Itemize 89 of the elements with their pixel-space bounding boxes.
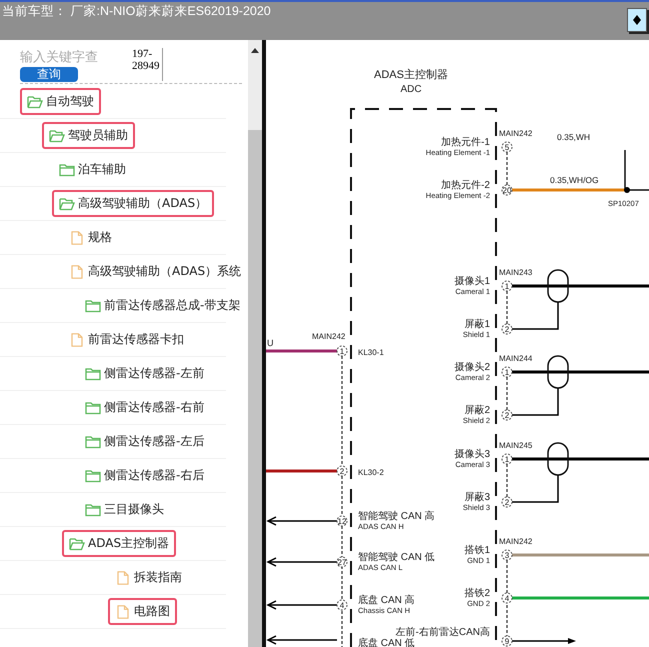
tree-item[interactable]: 拆装指南 — [108, 564, 189, 591]
tree-item[interactable]: 侧雷达传感器-左后 — [78, 428, 212, 455]
pin-marker: 9 — [502, 636, 512, 646]
pin-label: 摄像头2 — [454, 362, 490, 373]
tree-item[interactable]: 前雷达传感器总成-带支架 — [78, 292, 248, 319]
document-icon — [115, 570, 131, 584]
connector-label: MAIN242 — [312, 332, 346, 341]
wire-label: 0.35,WH/OG — [550, 175, 599, 185]
connector-label: MAIN244 — [499, 354, 532, 363]
pin-marker: 1 — [502, 454, 512, 464]
query-button[interactable]: 查询 — [20, 67, 78, 82]
pin-label: 屏蔽2 — [464, 405, 490, 416]
car-model-title: 当前车型： 厂家:N-NIO蔚来蔚来ES62019-2020 — [2, 3, 271, 19]
pin-marker: 1 — [502, 366, 512, 378]
pin-marker: 1 — [502, 280, 512, 292]
tree-item[interactable]: 前雷达传感器卡扣 — [62, 326, 191, 353]
diagram-title: ADAS主控制器 — [374, 69, 448, 81]
tree-item-label: 高级驾驶辅助（ADAS） — [78, 195, 208, 212]
pin-marker: 27 — [336, 556, 348, 568]
tree-item-label: 拆装指南 — [134, 569, 182, 586]
tree-item-label: 自动驾驶 — [46, 93, 94, 110]
panel-toggle-button[interactable] — [627, 8, 647, 32]
tree-item-label: 高级驾驶辅助（ADAS）系统 — [88, 263, 242, 280]
connector-label: MAIN245 — [499, 441, 532, 450]
code-text: 197- 28949 — [132, 48, 162, 81]
tree-item[interactable]: 侧雷达传感器-右后 — [78, 462, 212, 489]
connector-label: MAIN242 — [499, 129, 532, 138]
tree-item[interactable]: ADAS主控制器 — [62, 530, 176, 557]
pin-marker: 2 — [502, 410, 512, 420]
tree-item[interactable]: 自动驾驶 — [20, 88, 101, 115]
pin-label: 屏蔽1 — [464, 319, 490, 330]
pin-label: 屏蔽3 — [464, 492, 490, 503]
pin-marker: 2 — [502, 324, 512, 334]
pin-label: 搭铁2 — [464, 588, 490, 599]
pin-label: KL30-2 — [358, 468, 384, 477]
pin-marker: 20 — [502, 184, 512, 196]
tree-item-label: 侧雷达传感器-右后 — [104, 467, 204, 484]
tree-item-label: 侧雷达传感器-右前 — [104, 399, 204, 416]
splice-wire — [624, 149, 649, 191]
diamond-icon — [633, 15, 641, 25]
tree-item-label: ADAS主控制器 — [88, 535, 170, 552]
tree-item-label: 电路图 — [134, 603, 170, 620]
pin-label: 摄像头3 — [454, 449, 490, 460]
scroll-up-arrow-icon[interactable] — [251, 48, 259, 53]
splice-dot — [624, 187, 630, 193]
pin-label: 搭铁1 — [464, 545, 490, 556]
tree-item[interactable]: 驾驶员辅助 — [42, 122, 135, 149]
document-icon — [69, 264, 85, 278]
pin-label: 加热元件-2 — [441, 180, 490, 191]
pin-marker: 3 — [502, 550, 512, 560]
pin-label: 底盘 CAN 低 — [358, 638, 415, 647]
tree-item-label: 前雷达传感器卡扣 — [88, 331, 184, 348]
tree-item[interactable]: 高级驾驶辅助（ADAS） — [52, 190, 214, 217]
tree-item-label: 侧雷达传感器-左后 — [104, 433, 204, 450]
tree-item-label: 泊车辅助 — [78, 161, 126, 178]
pin-marker: 2 — [502, 496, 512, 508]
pin-label: 智能驾驶 CAN 高 — [358, 511, 435, 522]
wire-label: 0.35,WH — [557, 132, 590, 142]
tree-item-label: 前雷达传感器总成-带支架 — [104, 297, 240, 314]
document-icon — [115, 604, 131, 618]
document-icon — [69, 230, 85, 244]
pin-label: 加热元件-1 — [441, 137, 490, 148]
tree-item[interactable]: 侧雷达传感器-左前 — [78, 360, 212, 387]
pin-label: 底盘 CAN 高 — [358, 595, 415, 606]
tree-item[interactable]: 高级驾驶辅助（ADAS）系统 — [62, 258, 248, 285]
tree-item-label: 驾驶员辅助 — [68, 127, 128, 144]
tree-item[interactable]: 规格 — [62, 224, 119, 251]
tree-item-label: 三目摄像头 — [104, 501, 164, 518]
pin-label: 摄像头1 — [454, 276, 490, 287]
tree-item[interactable]: 电路图 — [108, 598, 177, 625]
pin-label: 左前-右前雷达CAN高 — [396, 627, 490, 638]
tree-item[interactable]: 侧雷达传感器-右前 — [78, 394, 212, 421]
pin-marker: 2 — [336, 466, 348, 476]
pin-marker: 1 — [336, 346, 348, 356]
document-icon — [69, 332, 85, 346]
pin-label: 智能驾驶 CAN 低 — [358, 552, 435, 563]
pin-marker: 4 — [336, 600, 348, 610]
diagram-subtitle: ADC — [400, 84, 422, 95]
pin-marker: 12 — [336, 516, 348, 526]
tree-item-label: 规格 — [88, 229, 112, 246]
connector-label: MAIN243 — [499, 268, 532, 277]
pin-label: KL30-1 — [358, 348, 384, 357]
pin-marker: 5 — [502, 142, 512, 152]
tree-item-label: 侧雷达传感器-左前 — [104, 365, 204, 382]
connector-label: MAIN242 — [499, 537, 532, 546]
pin-marker: 4 — [502, 592, 512, 604]
tree-item[interactable]: 三目摄像头 — [78, 496, 171, 523]
wire-label: U — [267, 338, 274, 348]
tree-item[interactable]: 泊车辅助 — [52, 156, 133, 183]
